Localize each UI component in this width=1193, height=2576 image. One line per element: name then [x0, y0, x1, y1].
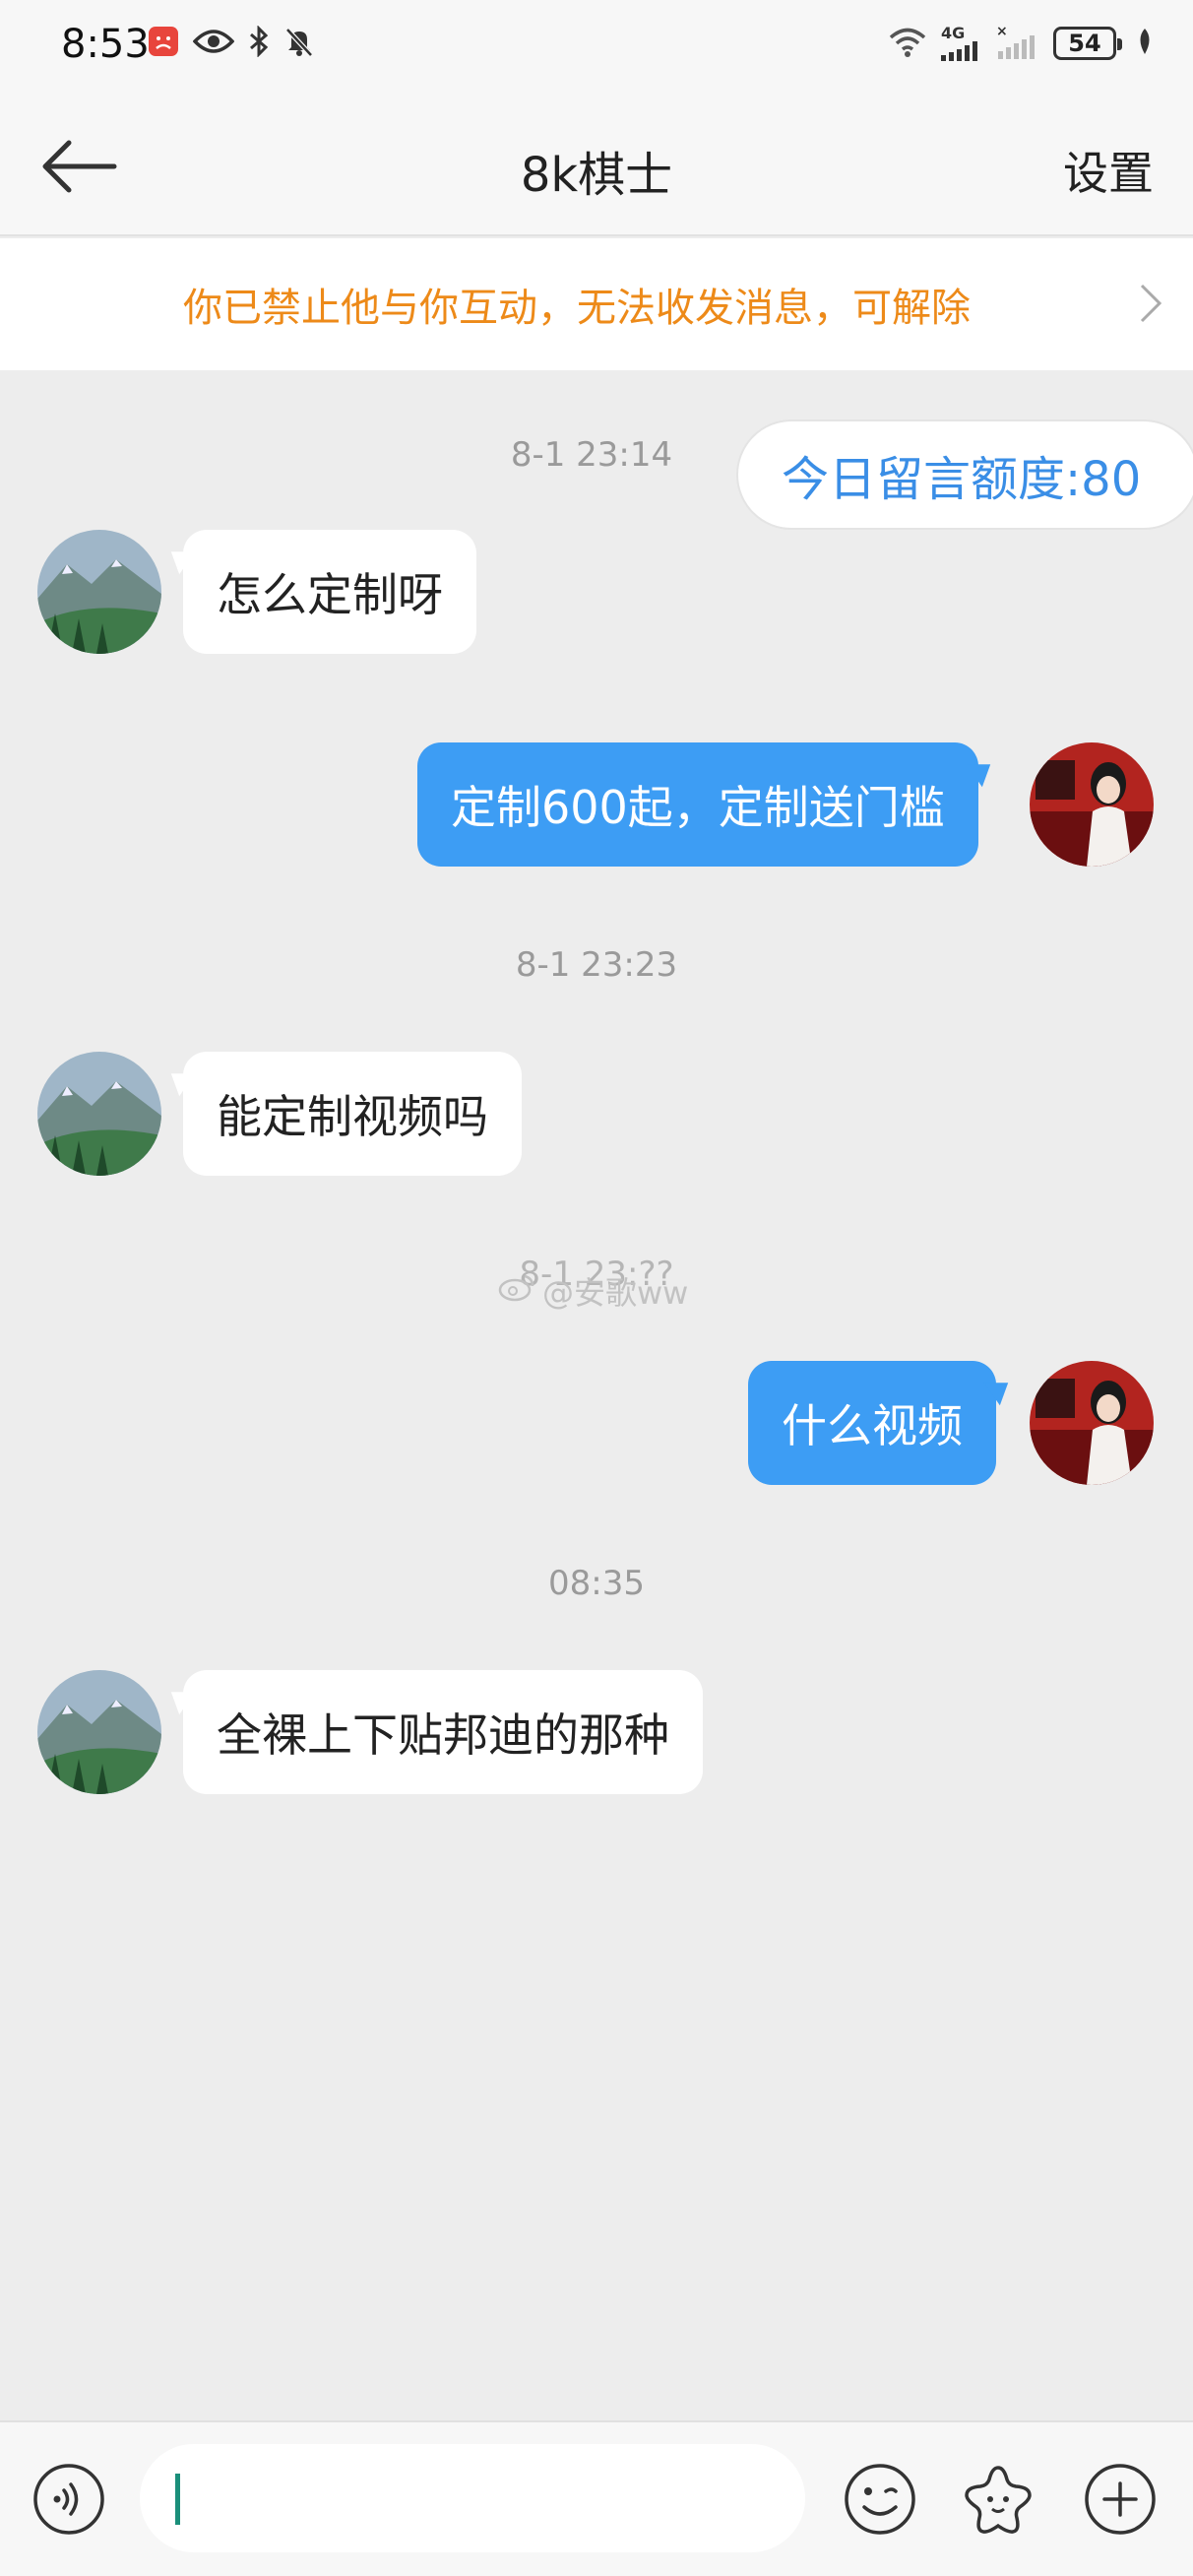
battery-icon: 54 [1053, 27, 1122, 60]
bluetooth-icon [248, 25, 270, 61]
mute-icon [283, 26, 315, 61]
app-notification-icon [148, 26, 179, 61]
message-list[interactable]: 8-1 23:14 今日留言额度:80 怎么定制呀 定制600起，定制送门槛 8… [0, 370, 1193, 2418]
block-notice-banner[interactable]: 你已禁止他与你互动，无法收发消息，可解除 [0, 238, 1193, 370]
message-timestamp: 8-1 23:23 [515, 945, 678, 985]
page-title: 8k棋士 [520, 148, 673, 203]
input-bar [0, 2420, 1193, 2576]
contact-avatar[interactable] [37, 1052, 161, 1176]
chat-header: 8k棋士 设置 [0, 98, 1193, 236]
message-bubble-incoming[interactable]: 怎么定制呀 [183, 530, 476, 654]
settings-button[interactable]: 设置 [1063, 138, 1154, 203]
emoji-button[interactable] [843, 2462, 917, 2537]
sticker-button[interactable] [961, 2462, 1036, 2537]
message-quota-badge: 今日留言额度:80 [736, 419, 1193, 530]
watermark-text: @安歌ww [542, 1274, 689, 1312]
message-timestamp: 08:35 [548, 1564, 645, 1603]
status-icons-left [148, 25, 315, 61]
contact-avatar[interactable] [37, 1670, 161, 1794]
network-type: 4G [941, 24, 966, 42]
watermark: @安歌ww [497, 1268, 688, 1314]
star-sticker-icon [961, 2466, 1036, 2541]
contact-avatar[interactable] [37, 530, 161, 654]
wifi-icon [888, 26, 927, 61]
message-bubble-outgoing[interactable]: 定制600起，定制送门槛 [417, 742, 978, 867]
plus-icon [1083, 2464, 1158, 2541]
battery-level: 54 [1068, 30, 1101, 57]
status-icons-right: 4G × 54 [888, 24, 1154, 63]
status-bar: 8:53 4G × 54 [0, 0, 1193, 98]
user-avatar[interactable] [1030, 1361, 1154, 1485]
svg-text:×: × [996, 24, 1008, 39]
message-input[interactable] [140, 2444, 805, 2552]
add-button[interactable] [1083, 2462, 1158, 2537]
leaf-icon [1136, 27, 1154, 60]
voice-icon [31, 2464, 106, 2541]
eye-icon [192, 27, 235, 60]
message-bubble-outgoing[interactable]: 什么视频 [748, 1361, 996, 1485]
status-time: 8:53 [61, 22, 150, 67]
message-bubble-incoming[interactable]: 全裸上下贴邦迪的那种 [183, 1670, 703, 1794]
message-bubble-incoming[interactable]: 能定制视频吗 [183, 1052, 522, 1176]
text-caret [175, 2474, 180, 2525]
chevron-right-icon [1138, 282, 1163, 329]
signal-icon: 4G [941, 26, 982, 61]
voice-button[interactable] [31, 2462, 106, 2537]
user-avatar[interactable] [1030, 742, 1154, 867]
weibo-logo-icon [497, 1272, 536, 1310]
no-signal-icon: × [996, 24, 1039, 63]
block-notice-text: 你已禁止他与你互动，无法收发消息，可解除 [183, 286, 971, 331]
emoji-icon [843, 2464, 917, 2541]
